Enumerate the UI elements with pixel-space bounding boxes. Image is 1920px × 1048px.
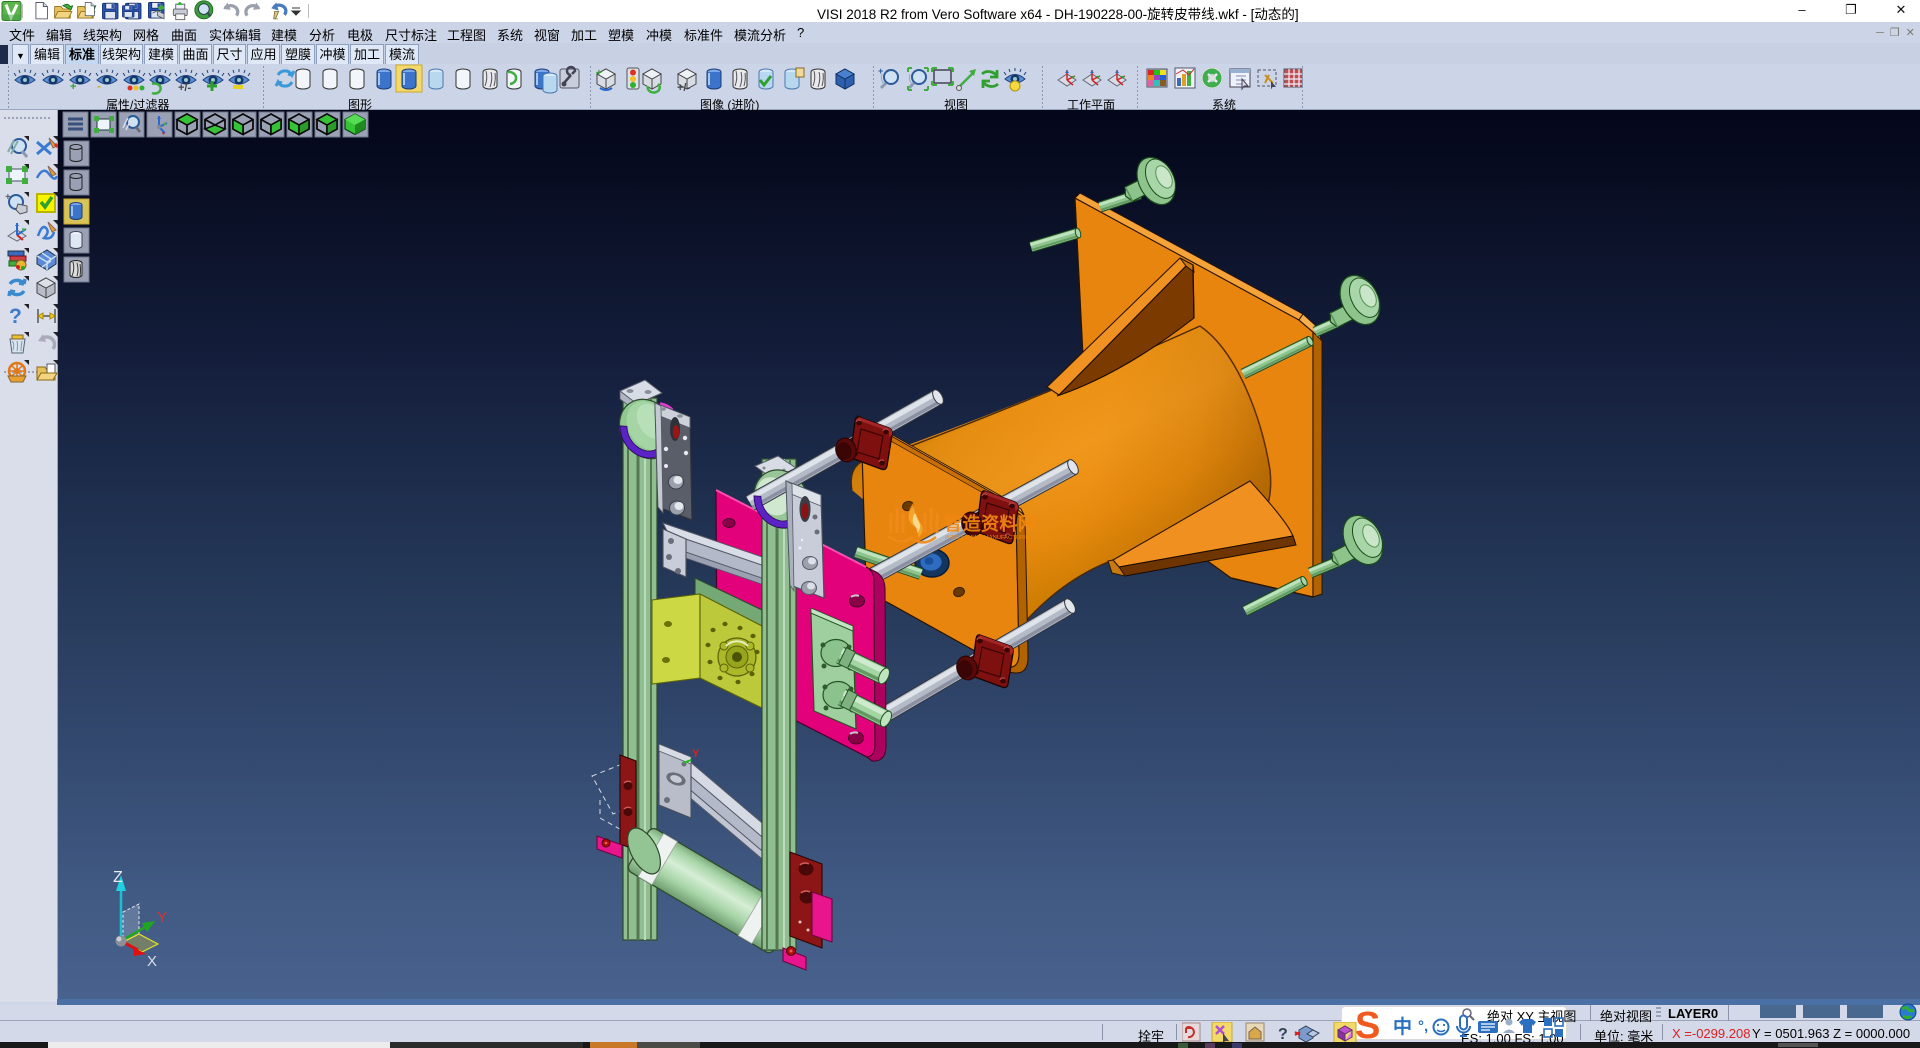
svg-text:X: X bbox=[147, 953, 157, 970]
svg-text:+: + bbox=[596, 68, 602, 79]
svg-text:中: 中 bbox=[1393, 1015, 1412, 1038]
svg-text:?: ? bbox=[1278, 1026, 1288, 1043]
svg-text:智造资料网: 智造资料网 bbox=[944, 513, 1037, 534]
svg-text:S: S bbox=[1355, 1005, 1380, 1041]
svg-text:Y: Y bbox=[692, 748, 700, 760]
svg-text:Y: Y bbox=[157, 909, 167, 926]
svg-text:+/-: +/- bbox=[677, 82, 690, 94]
svg-text:INTELLIGENT MANUFACTURING DATA: INTELLIGENT MANUFACTURING DATA bbox=[945, 535, 1051, 541]
svg-text:Z: Z bbox=[113, 869, 123, 886]
svg-text:-: - bbox=[97, 79, 101, 93]
svg-text:+/-: +/- bbox=[178, 82, 191, 94]
svg-text:+: + bbox=[878, 66, 883, 76]
svg-text:+: + bbox=[70, 81, 76, 93]
svg-text:°,: °, bbox=[1418, 1018, 1428, 1035]
